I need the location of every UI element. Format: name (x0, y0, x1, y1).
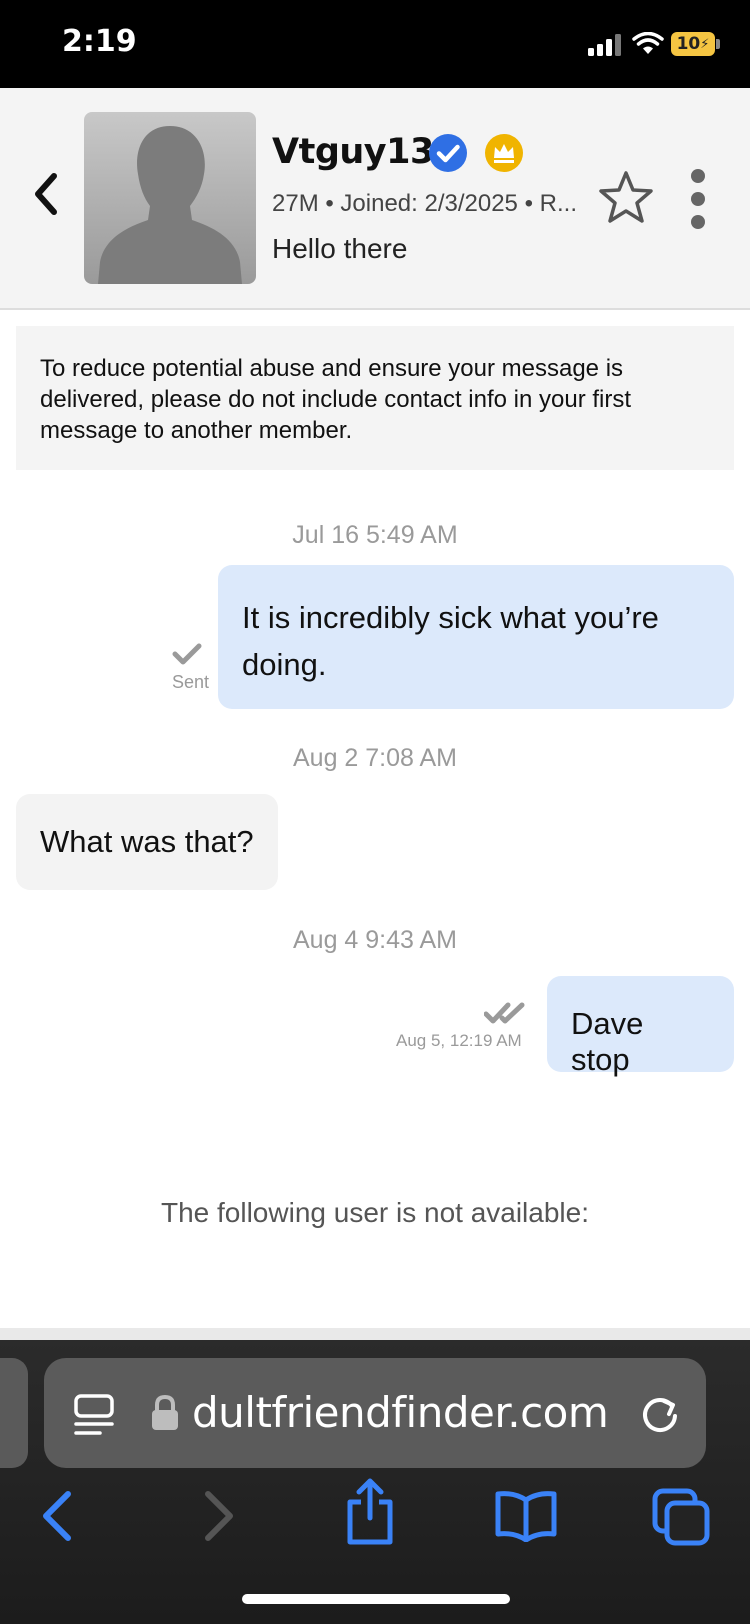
outgoing-message: It is incredibly sick what you’re doing. (218, 565, 734, 709)
more-vertical-icon[interactable] (684, 168, 712, 230)
message-text: What was that? (40, 824, 254, 859)
lock-icon (152, 1394, 178, 1430)
profile-status: Hello there (272, 233, 408, 264)
double-checkmark-icon (484, 1002, 525, 1024)
status-time: 2:19 (62, 24, 137, 59)
timestamp: Aug 2 7:08 AM (292, 744, 457, 772)
previous-tab-preview[interactable] (0, 1358, 28, 1468)
avatar[interactable] (84, 112, 256, 284)
profile-meta: 27M • Joined: 2/3/2025 • R... (272, 190, 577, 217)
contact-info-notice: To reduce potential abuse and ensure you… (16, 326, 734, 470)
checkmark-icon (172, 643, 202, 665)
tabs-icon[interactable] (652, 1488, 710, 1546)
verified-icon (429, 134, 467, 172)
nav-forward-icon[interactable] (198, 1490, 238, 1542)
home-indicator (242, 1594, 510, 1604)
battery-tip (716, 39, 720, 49)
incoming-message: What was that? (16, 794, 278, 890)
message-text: It is incredibly sick what you’re doing. (242, 600, 659, 682)
url-text[interactable]: dultfriendfinder.com (192, 1388, 609, 1437)
message-text: Dave stop (571, 1006, 644, 1077)
username: Vtguy13 (272, 132, 434, 172)
reload-icon[interactable] (638, 1392, 682, 1436)
read-receipt: Aug 5, 12:19 AM (396, 1031, 522, 1050)
crown-icon (485, 134, 523, 172)
share-icon[interactable] (344, 1478, 396, 1546)
silhouette-icon (98, 126, 242, 284)
divider (0, 1328, 750, 1340)
timestamp: Jul 16 5:49 AM (292, 521, 458, 549)
message-status: Sent (172, 672, 210, 692)
star-icon[interactable] (596, 168, 656, 228)
reader-icon[interactable] (72, 1393, 116, 1437)
bookmarks-icon[interactable] (494, 1490, 558, 1542)
timestamp: Aug 4 9:43 AM (292, 926, 457, 954)
back-chevron-icon[interactable] (28, 170, 64, 218)
user-unavailable-text: The following user is not available: (160, 1197, 589, 1228)
battery-indicator: 10 ⚡ (671, 32, 715, 56)
outgoing-message: Dave stop (547, 976, 734, 1077)
wifi-icon (632, 32, 664, 54)
cellular-signal-icon (588, 34, 621, 56)
nav-back-icon[interactable] (38, 1490, 78, 1542)
